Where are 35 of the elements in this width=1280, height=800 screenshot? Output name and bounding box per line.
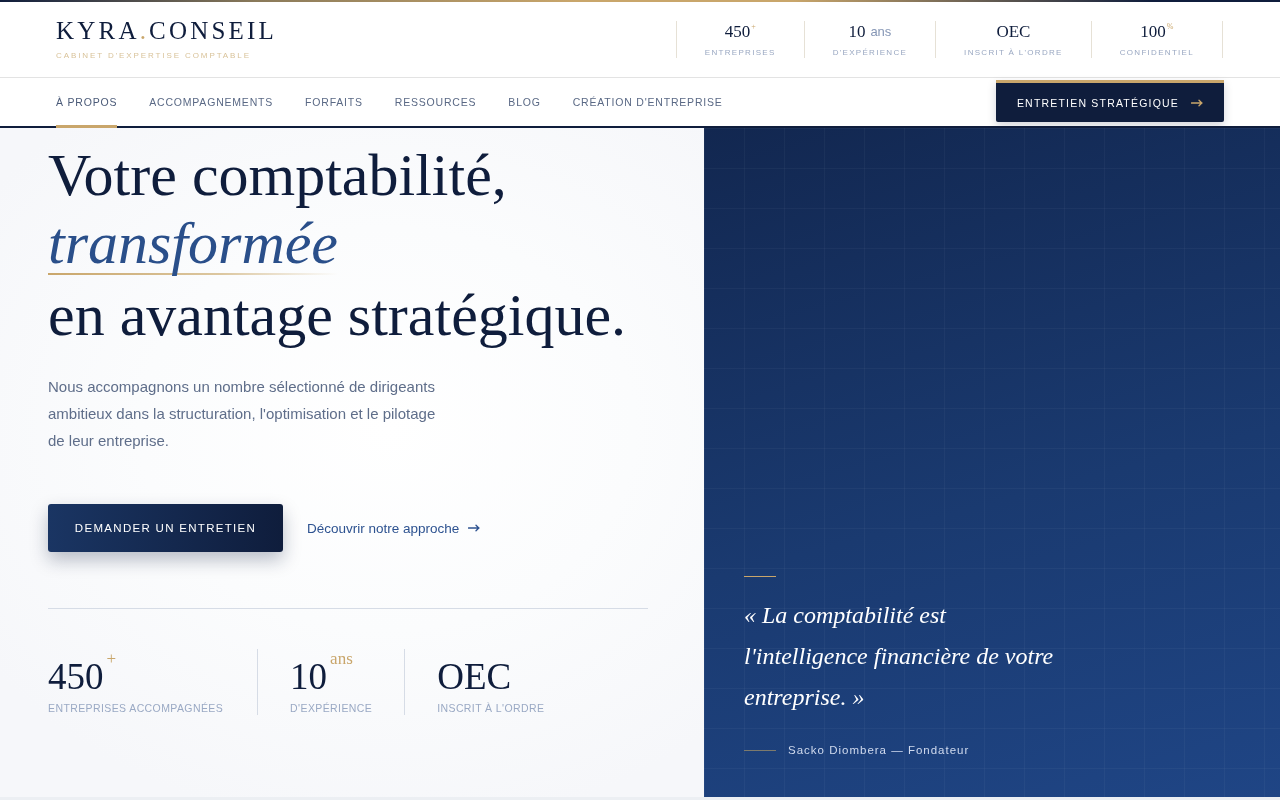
stat-label: INSCRIT À L'ORDRE xyxy=(437,702,545,715)
arrow-right-icon xyxy=(468,524,481,532)
logo-tagline: CABINET D'EXPERTISE COMPTABLE xyxy=(56,51,252,61)
stat-suffix: + xyxy=(751,21,756,32)
stat-value: 450 xyxy=(724,21,751,42)
nav-link[interactable]: RESSOURCES xyxy=(394,78,477,128)
quote-attribution: Sacko Diombera — Fondateur xyxy=(788,744,970,756)
stat-value: 10 xyxy=(848,21,866,42)
nav-link[interactable]: CRÉATION D'ENTREPRISE xyxy=(572,78,723,128)
arrow-right-icon xyxy=(1191,98,1203,107)
approach-link[interactable]: Découvrir notre approche xyxy=(307,520,481,536)
stat-value: 450 xyxy=(48,658,104,696)
strategy-meeting-button[interactable]: ENTRETIEN STRATÉGIQUE xyxy=(995,80,1224,122)
stat-suffix: ans xyxy=(330,650,353,667)
stat-suffix: + xyxy=(106,650,117,667)
stat-label: INSCRIT À L'ORDRE xyxy=(964,47,1063,58)
stat-value: OEC xyxy=(996,21,1031,42)
stat-label: ENTREPRISES ACCOMPAGNÉES xyxy=(48,702,224,715)
stat-value: 10 xyxy=(290,658,328,696)
nav-link[interactable]: FORFAITS xyxy=(305,78,363,128)
stat-label: D'EXPÉRIENCE xyxy=(832,47,908,58)
stat-value: 100 xyxy=(1140,21,1166,42)
nav-link[interactable]: ACCOMPAGNEMENTS xyxy=(149,78,274,128)
hero-heading: Votre comptabilité, transformée en avantage stratégique. xyxy=(48,141,628,349)
stat-label: D'EXPÉRIENCE xyxy=(290,702,373,715)
logo-wordmark[interactable]: KYRA.CONSEIL xyxy=(56,20,278,42)
stat-label: ENTREPRISES xyxy=(704,47,776,58)
stat-value: OEC xyxy=(437,658,512,696)
nav-link[interactable]: BLOG xyxy=(508,78,541,128)
stat-suffix: % xyxy=(1166,21,1174,32)
stat-suffix: ans xyxy=(870,22,892,41)
stat-label: CONFIDENTIEL xyxy=(1119,47,1194,58)
hero-description: Nous accompagnons un nombre sélectionné de dirigeants ambitieux dans la structuration, l'optimisation et le pilotage de leur entreprise. xyxy=(48,377,437,451)
request-meeting-button[interactable]: DEMANDER UN ENTRETIEN xyxy=(48,504,283,552)
founder-quote: « La comptabilité est l'intelligence financière de votre entreprise. » xyxy=(744,601,1055,712)
